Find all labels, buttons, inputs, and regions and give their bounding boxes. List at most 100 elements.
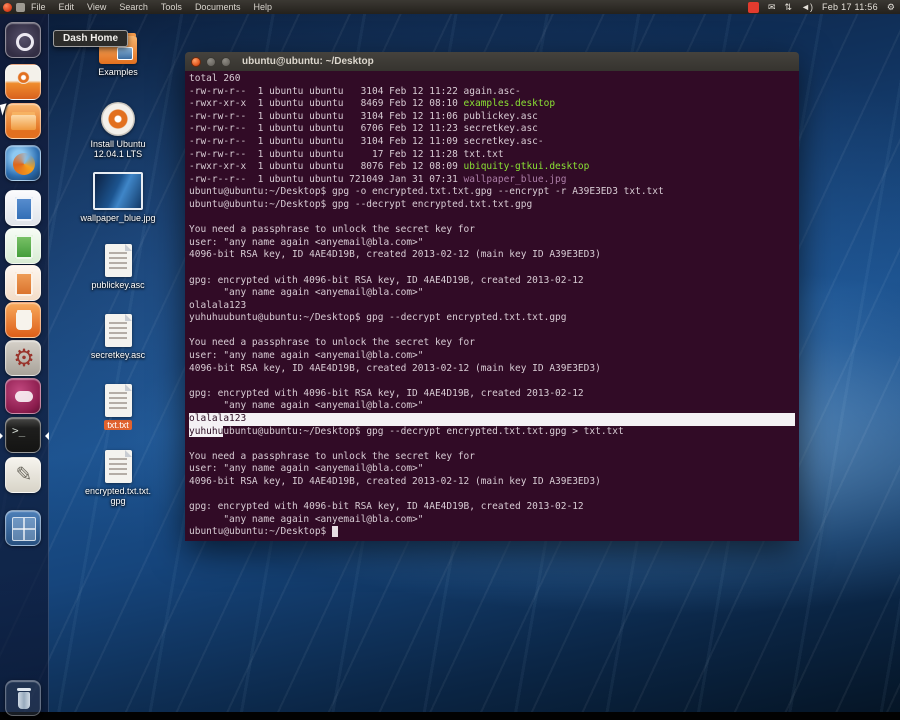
trash-icon (5, 680, 41, 716)
launcher-item-libreoffice-calc[interactable] (5, 228, 43, 266)
home-folder-icon (5, 103, 41, 139)
launcher-item-trash[interactable] (5, 680, 43, 718)
terminal-line: 4096-bit RSA key, ID 4AE4D19B, created 2… (189, 249, 601, 261)
terminal-line: -rw-rw-r-- 1 ubuntu ubuntu 3104 Feb 12 1… (189, 135, 544, 147)
terminal-line: -rw-rw-r-- 1 ubuntu ubuntu 3104 Feb 12 1… (189, 110, 538, 122)
terminal-line: "any name again <anyemail@bla.com>" (189, 400, 424, 412)
launcher-item-system-settings[interactable] (5, 340, 43, 378)
terminal-line: ubuntu@ubuntu:~/Desktop$ (189, 526, 795, 539)
terminal-line: "any name again <anyemail@bla.com>" (189, 513, 424, 525)
menu-file[interactable]: File (31, 2, 46, 12)
unity-launcher (0, 14, 49, 716)
window-title: ubuntu@ubuntu: ~/Desktop (242, 56, 374, 67)
terminal-line: 4096-bit RSA key, ID 4AE4D19B, created 2… (189, 476, 601, 487)
desktop-icon-label: Examples (98, 67, 138, 77)
text-file-icon (104, 244, 132, 277)
launcher-item-firefox[interactable] (5, 145, 43, 183)
launcher-item-libreoffice-impress[interactable] (5, 265, 43, 303)
launcher-item-text-editor[interactable] (5, 457, 43, 495)
ubuntu-one-icon (5, 378, 41, 414)
clock-indicator[interactable]: Feb 17 11:56 (822, 0, 878, 14)
terminal-line: "any name again <anyemail@bla.com>" (189, 287, 424, 299)
libreoffice-calc-icon (5, 228, 41, 264)
close-button[interactable] (191, 56, 201, 67)
recorder-app-icon (3, 2, 12, 12)
dash-home-tooltip: Dash Home (53, 30, 129, 47)
terminal-line: -rw-rw-r-- 1 ubuntu ubuntu 6706 Feb 12 1… (189, 123, 538, 135)
session-gear-icon[interactable]: ⚙ (887, 0, 895, 14)
desktop-icon-txt-txt[interactable]: txt.txt (85, 384, 151, 430)
libreoffice-writer-icon (5, 190, 41, 226)
terminal-line: yuhuhuubuntu@ubuntu:~/Desktop$ gpg --dec… (189, 312, 567, 324)
launcher-item-workspace-switcher[interactable] (5, 510, 43, 548)
menu-search[interactable]: Search (119, 2, 148, 12)
desktop-icon-encrypted-txt-txt-[interactable]: encrypted.txt.txt. gpg (85, 450, 151, 506)
maximize-button[interactable] (221, 56, 231, 67)
desktop-icon-label: txt.txt (104, 420, 132, 430)
desktop-icon-label: Install Ubuntu 12.04.1 LTS (90, 139, 146, 159)
system-settings-icon (5, 340, 42, 377)
launcher-item-software-center[interactable] (5, 302, 43, 340)
desktop: File Edit View Search Tools Documents Help ✉ ⇅… (0, 0, 900, 720)
menu-tools[interactable]: Tools (161, 2, 182, 12)
launcher-item-dash-home[interactable] (5, 22, 43, 60)
volume-icon[interactable]: ◄) (801, 0, 813, 14)
terminal-line: total 260 (189, 73, 241, 84)
terminal-window[interactable]: ubuntu@ubuntu: ~/Desktop total 260 -rw-rw… (185, 52, 799, 541)
launcher-item-terminal[interactable] (0, 417, 49, 455)
terminal-line: -rw-rw-r-- 1 ubuntu ubuntu 17 Feb 12 11:… (189, 148, 504, 160)
focused-app-icon (16, 2, 25, 12)
terminal-output[interactable]: total 260 -rw-rw-r-- 1 ubuntu ubuntu 3104… (185, 71, 799, 541)
terminal-line: -rwxr-xr-x 1 ubuntu ubuntu 8076 Feb 12 0… (189, 161, 590, 173)
desktop-icon-label: encrypted.txt.txt. gpg (84, 486, 152, 506)
terminal-line: -rw-rw-r-- 1 ubuntu ubuntu 3104 Feb 12 1… (189, 85, 521, 97)
text-file-icon (104, 384, 132, 417)
firefox-icon (5, 145, 41, 181)
desktop-icon-label: secretkey.asc (90, 350, 146, 360)
menu-edit[interactable]: Edit (59, 2, 75, 12)
letterbox-strip (0, 712, 900, 720)
desktop-icon-wallpaper-blue-jpg[interactable]: wallpaper_blue.jpg (80, 172, 156, 223)
launcher-item-ubuntu-one[interactable] (5, 378, 43, 416)
terminal-line: gpg: encrypted with 4096-bit RSA key, ID… (189, 501, 584, 513)
desktop-icon-label: publickey.asc (91, 280, 145, 290)
launcher-item-libreoffice-writer[interactable] (5, 190, 43, 228)
terminal-line: olalala123 (189, 299, 247, 311)
minimize-button[interactable] (206, 56, 216, 67)
network-icon[interactable]: ⇅ (784, 0, 792, 14)
text-file-icon (104, 450, 132, 483)
menu-items: File Edit View Search Tools Documents Help (31, 2, 272, 12)
menu-view[interactable]: View (87, 2, 106, 12)
terminal-icon (5, 417, 41, 453)
global-menubar: File Edit View Search Tools Documents Help ✉ ⇅… (0, 0, 900, 14)
terminal-titlebar[interactable]: ubuntu@ubuntu: ~/Desktop (185, 52, 799, 71)
software-center-icon (5, 302, 41, 338)
terminal-line: user: "any name again <anyemail@bla.com>… (189, 350, 424, 362)
terminal-line: -rw-r--r-- 1 ubuntu ubuntu 721049 Jan 31… (189, 173, 567, 185)
desktop-icon-publickey-asc[interactable]: publickey.asc (85, 244, 151, 290)
terminal-line: user: "any name again <anyemail@bla.com>… (189, 236, 424, 248)
text-editor-icon (5, 457, 42, 493)
messages-icon[interactable]: ✉ (768, 0, 776, 14)
terminal-line: 4096-bit RSA key, ID 4AE4D19B, created 2… (189, 362, 601, 374)
menu-documents[interactable]: Documents (195, 2, 241, 12)
desktop-icon-secretkey-asc[interactable]: secretkey.asc (85, 314, 151, 360)
terminal-line: yuhuhuubuntu@ubuntu:~/Desktop$ gpg --dec… (189, 425, 624, 437)
desktop-icon-install-ubuntu[interactable]: Install Ubuntu 12.04.1 LTS (85, 102, 151, 159)
terminal-line: ubuntu@ubuntu:~/Desktop$ gpg -o encrypte… (189, 186, 664, 198)
text-file-icon (104, 314, 132, 347)
install-ubuntu-icon (5, 64, 41, 100)
stop-recording-icon[interactable] (747, 1, 759, 13)
menu-help[interactable]: Help (253, 2, 272, 12)
launcher-item-home-folder[interactable] (5, 103, 43, 141)
indicator-area: ✉ ⇅ ◄) Feb 17 11:56 ⚙ (747, 0, 900, 14)
launcher-item-install-ubuntu[interactable] (5, 64, 43, 102)
terminal-line: olalala123 (189, 413, 795, 426)
desktop-icon-label: wallpaper_blue.jpg (80, 213, 156, 223)
